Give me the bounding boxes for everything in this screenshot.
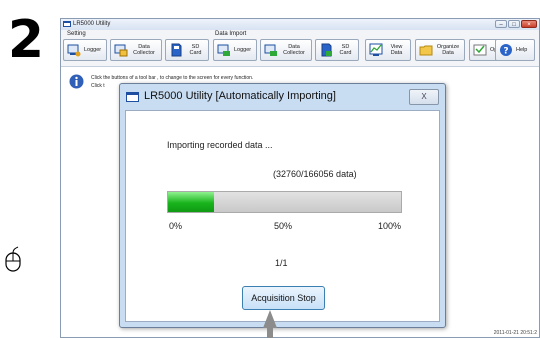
toolbar: Setting Data Import Logger Data Collecto… (61, 30, 539, 67)
toolbar-button-label: Help (516, 47, 528, 53)
toolbar-button-label: Logger (234, 47, 252, 53)
setting-data-collector-button[interactable]: Data Collector (110, 39, 162, 61)
toolbar-button-label: Data Collector (283, 44, 305, 56)
progress-fill (168, 192, 214, 212)
setting-group-label: Setting (67, 31, 86, 37)
option-icon (473, 44, 487, 56)
dialog-close-button[interactable]: X (409, 89, 439, 105)
logger-icon (67, 44, 81, 57)
window-controls: – □ × (495, 20, 537, 29)
help-icon: ? (500, 44, 512, 57)
progress-scale-100: 100% (378, 221, 402, 231)
progress-bar (167, 191, 402, 213)
toolbar-button-label: SD Card (189, 44, 202, 56)
svg-text:?: ? (503, 47, 508, 57)
help-button[interactable]: ? Help (495, 39, 535, 61)
toolbar-button-label: Data Collector (133, 44, 155, 56)
app-titlebar: LR5000 Utility – □ × (61, 19, 539, 30)
info-icon (69, 74, 84, 89)
progress-scale-0: 0% (169, 221, 183, 231)
page-indicator: 1/1 (275, 258, 288, 268)
step-number: 2 (7, 10, 45, 70)
info-line-2: Click t (91, 83, 105, 89)
import-data-collector-button[interactable]: Data Collector (260, 39, 312, 61)
maximize-button[interactable]: □ (508, 20, 520, 28)
close-window-button[interactable]: × (521, 20, 537, 28)
toolbar-button-label: View Data (390, 44, 403, 56)
timestamp: 2011-01-21 20:51:2 (493, 330, 537, 336)
dialog-title: LR5000 Utility [Automatically Importing] (144, 90, 336, 102)
dialog-body: Importing recorded data ... (32760/16605… (125, 110, 440, 322)
pointer-arrow-icon (263, 310, 277, 338)
data-collector-import-icon (264, 44, 277, 56)
view-data-button[interactable]: View Data (365, 39, 411, 61)
setting-sd-card-button[interactable]: SD Card (165, 39, 209, 61)
acquisition-stop-button[interactable]: Acquisition Stop (242, 286, 325, 310)
minimize-button[interactable]: – (495, 20, 507, 28)
importing-dialog: LR5000 Utility [Automatically Importing]… (119, 83, 446, 328)
app-title: LR5000 Utility (73, 21, 111, 27)
progress-scale-50: 50% (274, 221, 293, 231)
window-icon (63, 21, 71, 27)
data-collector-icon (114, 44, 128, 57)
organize-data-button[interactable]: Organize Data (415, 39, 465, 61)
import-sd-card-button[interactable]: SD Card (315, 39, 359, 61)
dialog-titlebar[interactable]: LR5000 Utility [Automatically Importing]… (120, 84, 445, 110)
toolbar-button-label: Logger (84, 47, 102, 53)
sd-card-import-icon (321, 43, 332, 57)
mouse-icon (5, 246, 21, 272)
data-count-text: (32760/166056 data) (273, 169, 357, 179)
status-text: Importing recorded data ... (167, 140, 273, 150)
toolbar-button-label: SD Card (339, 44, 352, 56)
data-import-group-label: Data Import (215, 31, 247, 37)
setting-logger-button[interactable]: Logger (63, 39, 107, 61)
toolbar-button-label: Organize Data (436, 44, 460, 56)
info-line-1: Click the buttons of a tool bar , to cha… (91, 75, 254, 81)
folder-icon (419, 45, 433, 56)
view-data-icon (369, 43, 383, 56)
sd-card-icon (171, 43, 182, 57)
import-logger-button[interactable]: Logger (213, 39, 257, 61)
logger-import-icon (217, 44, 230, 56)
window-icon (126, 92, 139, 102)
